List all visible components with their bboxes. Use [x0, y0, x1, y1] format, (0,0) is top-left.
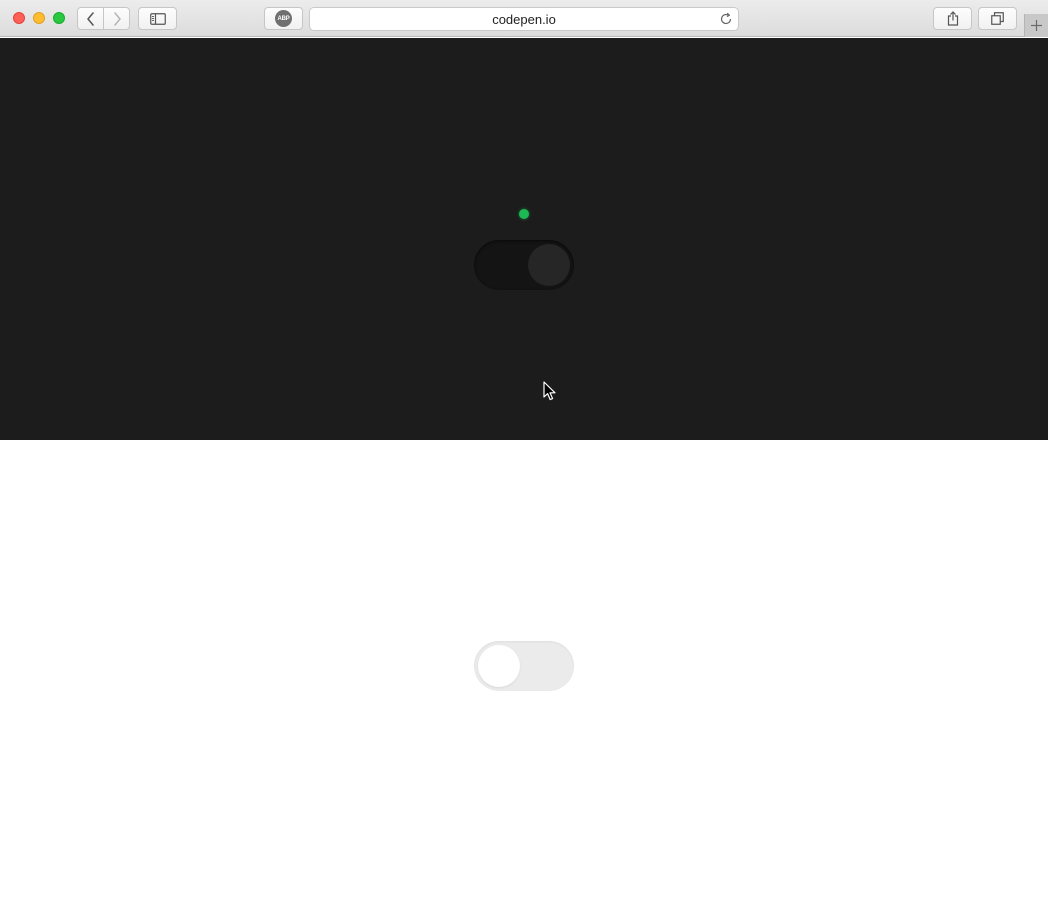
close-window-button[interactable]	[13, 12, 25, 24]
toggle-knob[interactable]	[528, 244, 570, 286]
sidebar-icon	[149, 12, 166, 25]
browser-toolbar: ABP codepen.io	[0, 0, 1048, 37]
dark-toggle-switch[interactable]	[474, 240, 574, 290]
light-toggle-switch[interactable]	[474, 641, 574, 691]
adblock-button[interactable]: ABP	[264, 7, 303, 30]
mouse-cursor-icon	[543, 381, 556, 401]
status-indicator-dot	[519, 209, 529, 219]
minimize-window-button[interactable]	[33, 12, 45, 24]
reload-icon[interactable]	[719, 12, 733, 26]
adblock-icon: ABP	[275, 10, 292, 27]
chevron-left-icon	[86, 11, 94, 26]
share-button[interactable]	[933, 7, 972, 30]
address-bar[interactable]: codepen.io	[309, 7, 739, 31]
plus-icon	[1031, 20, 1042, 31]
address-text: codepen.io	[492, 11, 556, 27]
back-button[interactable]	[77, 7, 104, 30]
show-tabs-button[interactable]	[978, 7, 1017, 30]
new-tab-button[interactable]	[1024, 14, 1048, 37]
browser-window: ABP codepen.io	[0, 0, 1048, 911]
tabs-icon	[991, 12, 1004, 25]
share-icon	[947, 11, 958, 26]
sidebar-button[interactable]	[138, 7, 177, 30]
dark-demo-panel	[0, 38, 1048, 440]
forward-button[interactable]	[103, 7, 130, 30]
chevron-right-icon	[113, 11, 121, 26]
toggle-knob[interactable]	[478, 645, 520, 687]
zoom-window-button[interactable]	[53, 12, 65, 24]
